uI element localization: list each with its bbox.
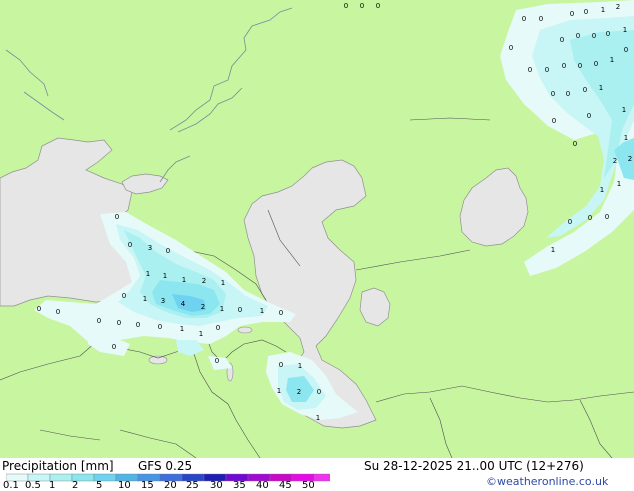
credit-link[interactable]: ©weatheronline.co.uk [486, 475, 608, 489]
precip-value-label: 0 [166, 247, 170, 255]
precip-value-label: 1 [316, 414, 320, 422]
precip-value-label: 0 [588, 214, 592, 222]
precip-value-label: 0 [584, 8, 588, 16]
precip-value-label: 1 [610, 56, 614, 64]
precip-value-label: 0 [545, 66, 549, 74]
precip-value-label: 1 [601, 6, 605, 14]
precip-value-label: 0 [115, 213, 119, 221]
precip-value-label: 1 [298, 362, 302, 370]
precip-value-label: 1 [624, 134, 628, 142]
precip-value-label: 0 [136, 321, 140, 329]
precip-value-label: 0 [112, 343, 116, 351]
precip-value-label: 0 [279, 361, 283, 369]
precip-value-label: 0 [37, 305, 41, 313]
precip-value-label: 1 [260, 307, 264, 315]
precip-value-label: 0 [216, 324, 220, 332]
precip-value-label: 0 [509, 44, 513, 52]
precip-value-label: 3 [161, 297, 165, 305]
precip-value-label: 0 [360, 2, 364, 10]
precip-value-label: 1 [600, 186, 604, 194]
precip-value-label: 0 [624, 46, 628, 54]
precip-value-label: 1 [617, 180, 621, 188]
precip-value-label: 0 [562, 62, 566, 70]
precip-value-label: 2 [297, 388, 301, 396]
precip-value-label: 1 [622, 106, 626, 114]
precip-value-label: 2 [616, 3, 620, 11]
precip-value-label: 2 [613, 157, 617, 165]
precip-value-label: 0 [279, 309, 283, 317]
precip-value-label: 0 [605, 213, 609, 221]
precip-value-label: 0 [56, 308, 60, 316]
precip-value-label: 1 [199, 330, 203, 338]
model-name: GFS 0.25 [138, 459, 193, 473]
precip-value-label: 0 [158, 323, 162, 331]
precip-value-label: 1 [180, 325, 184, 333]
precip-value-label: 0 [583, 86, 587, 94]
precip-value-label: 1 [551, 246, 555, 254]
precipitation-map: 0 0 0 0 0 0 1 2 0 0 0 0 0 1 0 0 0 0 0 0 1 0 0 0 0 1 1 0 0 0 1 2 2 1 1 0 0 0 1 0… [0, 0, 634, 458]
lake-van [148, 355, 168, 365]
precip-value-label: 0 [570, 10, 574, 18]
precip-value-label: 4 [181, 300, 186, 308]
precip-value-label: 0 [528, 66, 532, 74]
precip-value-label: 0 [539, 15, 543, 23]
precip-value-label: 0 [606, 30, 610, 38]
precip-value-label: 0 [576, 32, 580, 40]
precip-value-label: 0 [578, 62, 582, 70]
precip-value-label: 1 [182, 276, 186, 284]
precip-value-label: 1 [277, 387, 281, 395]
legend-title: Precipitation [mm] [2, 459, 114, 473]
forecast-timestamp: Su 28-12-2025 21..00 UTC (12+276) [364, 459, 584, 473]
lake-sevan [237, 326, 253, 334]
precip-value-label: 1 [221, 279, 225, 287]
precip-value-label: 0 [551, 90, 555, 98]
precip-value-label: 3 [148, 244, 152, 252]
precip-value-label: 1 [143, 295, 147, 303]
precip-value-label: 2 [201, 303, 205, 311]
precip-value-label: 0 [317, 388, 321, 396]
precip-value-label: 1 [220, 305, 224, 313]
precip-value-label: 0 [344, 2, 348, 10]
precip-value-label: 2 [202, 277, 206, 285]
precip-value-label: 0 [122, 292, 126, 300]
precip-value-label: 0 [376, 2, 380, 10]
precip-value-label: 0 [566, 90, 570, 98]
precip-value-label: 0 [215, 357, 219, 365]
precip-value-label: 2 [628, 155, 632, 163]
precip-value-label: 0 [522, 15, 526, 23]
precip-value-label: 0 [568, 218, 572, 226]
precip-value-label: 0 [592, 32, 596, 40]
precip-value-label: 1 [163, 272, 167, 280]
precip-value-label: 0 [97, 317, 101, 325]
color-scale-segment [313, 473, 330, 482]
precip-value-label: 0 [117, 319, 121, 327]
precip-value-label: 1 [623, 26, 627, 34]
precip-value-label: 0 [594, 60, 598, 68]
precip-value-label: 0 [587, 112, 591, 120]
precip-value-label: 0 [128, 241, 132, 249]
precip-value-label: 0 [238, 306, 242, 314]
precip-value-label: 1 [146, 270, 150, 278]
precip-value-label: 0 [552, 117, 556, 125]
precip-value-label: 0 [560, 36, 564, 44]
precip-value-label: 0 [573, 140, 577, 148]
precip-value-label: 1 [599, 84, 603, 92]
